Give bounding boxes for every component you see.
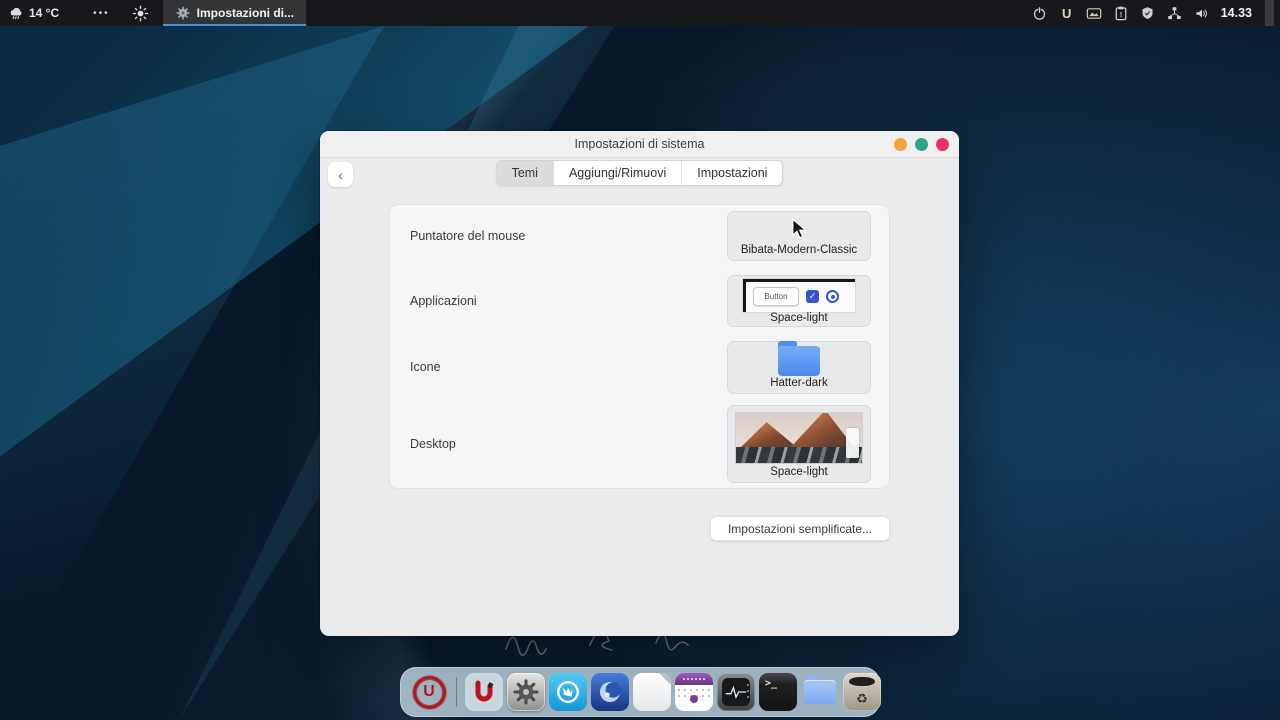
tab-aggiungi-rimuovi[interactable]: Aggiungi/Rimuovi	[554, 161, 682, 185]
calendar-icon	[675, 673, 713, 711]
setting-row-icons: Icone Hatter-dark	[390, 334, 889, 400]
dock-separator	[456, 677, 457, 707]
preview-button: Button	[753, 287, 799, 306]
row-label: Desktop	[410, 437, 456, 451]
setting-row-applications: Applicazioni Button ✓ Space-light	[390, 267, 889, 334]
themes-panel: Puntatore del mouse Bibata-Modern-Classi…	[390, 205, 889, 488]
distro-logo-icon[interactable]: U	[1059, 5, 1075, 21]
back-button[interactable]: ‹	[328, 162, 353, 187]
row-label: Icone	[410, 360, 441, 374]
dock-mail[interactable]	[591, 673, 629, 711]
tab-impostazioni[interactable]: Impostazioni	[682, 161, 782, 185]
weather-temp: 14 °C	[29, 6, 59, 20]
network-icon[interactable]	[1167, 5, 1183, 21]
icon-theme-name: Hatter-dark	[770, 377, 828, 390]
tab-temi[interactable]: Temi	[497, 161, 554, 185]
simplified-settings-button[interactable]: Impostazioni semplificate...	[710, 516, 890, 541]
desktop: 14 °C ••• Impostazioni di... U !	[0, 0, 1280, 720]
top-panel: 14 °C ••• Impostazioni di... U !	[0, 0, 1280, 26]
system-monitor-icon	[717, 673, 755, 711]
dock-browser[interactable]	[549, 673, 587, 711]
clipboard-alert-icon[interactable]: !	[1113, 5, 1129, 21]
trash-icon: ♻	[843, 673, 881, 711]
gear-icon	[507, 673, 545, 711]
setting-row-mouse-pointer: Puntatore del mouse Bibata-Modern-Classi…	[390, 205, 889, 267]
taskbar-item-label: Impostazioni di...	[197, 6, 294, 20]
dock-trash[interactable]: ♻	[843, 673, 881, 711]
security-shield-icon[interactable]	[1140, 5, 1156, 21]
application-theme-name: Space-light	[770, 312, 828, 325]
icon-theme-card[interactable]: Hatter-dark	[727, 341, 871, 394]
window-title: Impostazioni di sistema	[575, 137, 705, 151]
cursor-arrow-icon	[791, 218, 808, 240]
setting-row-desktop: Desktop Space-light	[390, 400, 889, 488]
panel-corner	[1265, 0, 1274, 26]
desktop-theme-name: Space-light	[770, 466, 828, 479]
dock-terminal[interactable]: >_	[759, 673, 797, 711]
svg-text:!: !	[1119, 9, 1122, 18]
terminal-icon: >_	[759, 673, 797, 711]
tab-bar: ‹ Temi Aggiungi/Rimuovi Impostazioni	[320, 158, 959, 204]
dock-settings[interactable]	[507, 673, 545, 711]
folder-icon	[778, 346, 820, 376]
thunderbird-icon	[591, 673, 629, 711]
dock-ufficiozero-app[interactable]	[465, 673, 503, 711]
preview-checkbox-icon: ✓	[806, 290, 819, 303]
active-task-underline	[163, 24, 306, 27]
chevron-left-icon: ‹	[338, 167, 343, 183]
dock: U	[400, 667, 880, 717]
preview-radio-icon	[826, 290, 839, 303]
minimize-button[interactable]	[894, 138, 907, 151]
panel-overflow-button[interactable]: •••	[93, 8, 110, 19]
screenshot-icon[interactable]	[1086, 5, 1102, 21]
settings-gear-icon	[175, 5, 191, 21]
cursor-theme-name: Bibata-Modern-Classic	[741, 244, 857, 257]
widget-preview: Button ✓	[743, 279, 855, 312]
weather-widget[interactable]: 14 °C	[8, 5, 59, 21]
document-icon	[633, 673, 671, 711]
dock-launcher[interactable]: U	[410, 673, 448, 711]
clock[interactable]: 14.33	[1221, 6, 1252, 20]
maximize-button[interactable]	[915, 138, 928, 151]
application-theme-card[interactable]: Button ✓ Space-light	[727, 275, 871, 327]
weather-rain-icon	[8, 5, 24, 21]
dock-system-monitor[interactable]	[717, 673, 755, 711]
window-titlebar[interactable]: Impostazioni di sistema	[320, 131, 959, 158]
cursor-theme-card[interactable]: Bibata-Modern-Classic	[727, 211, 871, 261]
volume-icon[interactable]	[1194, 5, 1210, 21]
row-label: Applicazioni	[410, 294, 477, 308]
files-folder-icon	[804, 680, 836, 704]
recycle-glyph: ♻	[856, 692, 868, 705]
settings-window: Impostazioni di sistema ‹ Temi Aggiungi/…	[320, 131, 959, 636]
dock-file-manager[interactable]	[801, 673, 839, 711]
red-u-pen-icon	[465, 673, 503, 711]
power-icon[interactable]	[1032, 5, 1048, 21]
desktop-theme-card[interactable]: Space-light	[727, 405, 871, 483]
browser-wolf-icon	[549, 673, 587, 711]
brightness-icon[interactable]	[132, 5, 149, 22]
wallpaper-thumbnail	[735, 412, 863, 464]
dock-text-editor[interactable]	[633, 673, 671, 711]
ufficiozero-logo-icon: U	[413, 676, 446, 709]
taskbar-item-impostazioni[interactable]: Impostazioni di...	[163, 0, 306, 26]
close-button[interactable]	[936, 138, 949, 151]
row-label: Puntatore del mouse	[410, 229, 525, 243]
dock-calendar[interactable]	[675, 673, 713, 711]
